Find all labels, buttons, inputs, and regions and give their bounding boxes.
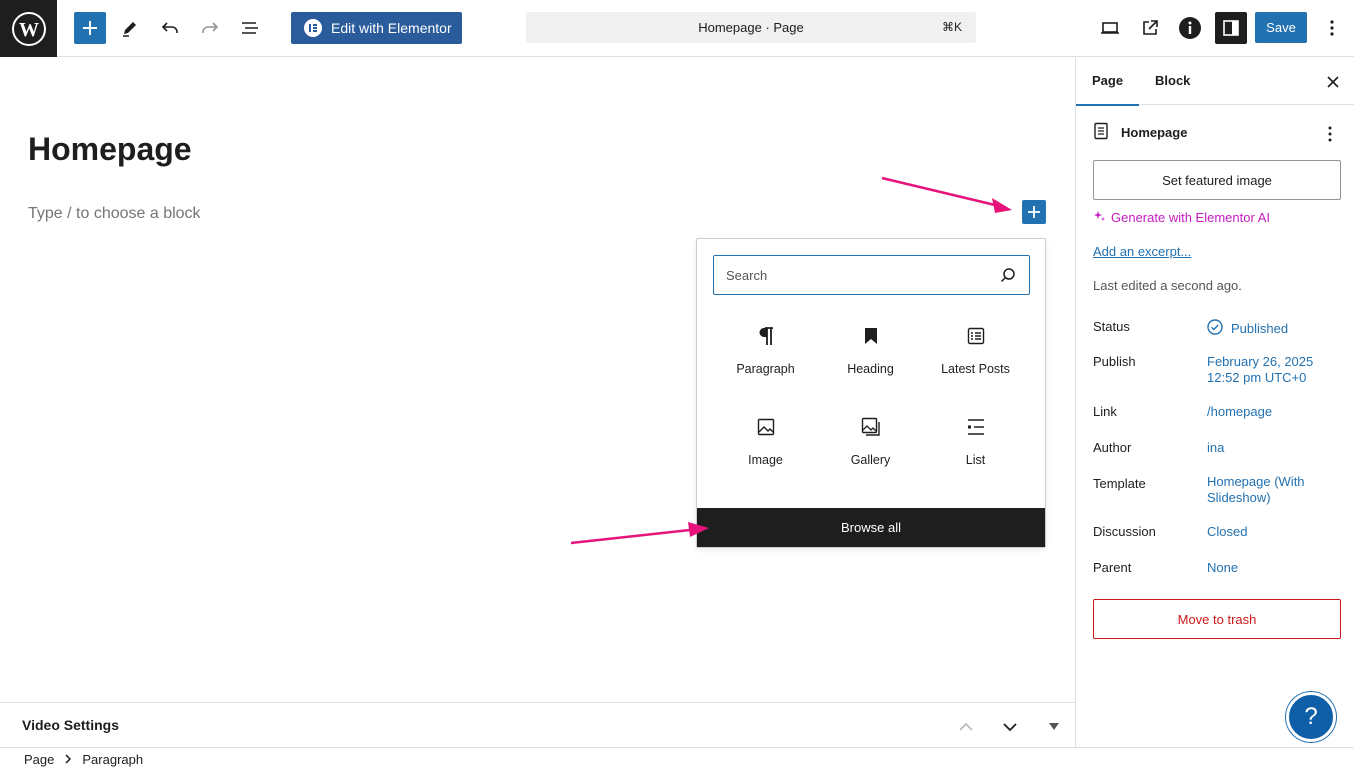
block-option-label: Latest Posts <box>941 362 1010 376</box>
document-title: Homepage · Page <box>698 20 804 35</box>
preview-desktop-icon[interactable] <box>1094 12 1126 44</box>
sidebar-tabs: Page Block <box>1075 58 1354 106</box>
undo-icon[interactable] <box>154 12 186 44</box>
block-placeholder[interactable]: Type / to choose a block <box>28 205 201 223</box>
prop-label: Discussion <box>1093 524 1156 539</box>
move-up-chevron-icon[interactable] <box>954 715 978 739</box>
paragraph-icon <box>754 324 778 348</box>
check-circle-icon <box>1207 319 1223 339</box>
prop-label: Author <box>1093 440 1132 455</box>
document-actions-kebab-icon[interactable] <box>1318 122 1342 146</box>
set-featured-image-button[interactable]: Set featured image <box>1093 160 1341 200</box>
edit-with-elementor-button[interactable]: Edit with Elementor <box>291 12 462 44</box>
block-option-paragraph[interactable]: Paragraph <box>713 324 818 390</box>
move-to-trash-button[interactable]: Move to trash <box>1093 599 1341 639</box>
status-value-button[interactable]: Published <box>1207 319 1341 339</box>
discussion-button[interactable]: Closed <box>1207 524 1341 540</box>
list-icon <box>964 415 988 439</box>
prop-label: Link <box>1093 404 1117 419</box>
meta-box-title[interactable]: Video Settings <box>22 717 119 733</box>
block-option-label: Image <box>748 453 783 467</box>
toggle-panel-caret-icon[interactable] <box>1042 715 1066 739</box>
breadcrumb-item-page[interactable]: Page <box>24 752 54 767</box>
bookmark-icon <box>859 324 883 348</box>
breadcrumb-item-paragraph[interactable]: Paragraph <box>82 752 143 767</box>
block-option-label: Paragraph <box>736 362 795 376</box>
command-shortcut: ⌘K <box>941 20 962 34</box>
block-option-heading[interactable]: Heading <box>818 324 923 390</box>
last-edited-text: Last edited a second ago. <box>1093 278 1242 293</box>
inserter-search-field[interactable] <box>713 255 1030 295</box>
prop-label: Status <box>1093 319 1130 334</box>
generate-with-elementor-ai-link[interactable]: Generate with Elementor AI <box>1093 210 1270 225</box>
elementor-logo-icon <box>304 19 322 37</box>
move-down-chevron-icon[interactable] <box>998 715 1022 739</box>
tab-block[interactable]: Block <box>1155 73 1190 88</box>
template-button[interactable]: Homepage (With Slideshow) <box>1207 474 1341 506</box>
prop-label: Parent <box>1093 560 1132 575</box>
redo-icon[interactable] <box>194 12 226 44</box>
document-summary: Homepage <box>1093 122 1187 143</box>
info-icon[interactable] <box>1174 12 1206 44</box>
svg-text:W: W <box>19 19 39 41</box>
quick-inserter-popover: Paragraph Heading Latest Posts Image <box>696 238 1046 548</box>
block-inserter-toggle-button[interactable] <box>74 12 106 44</box>
help-button[interactable]: ? <box>1286 692 1336 742</box>
document-overview-icon[interactable] <box>234 12 266 44</box>
tab-page[interactable]: Page <box>1075 73 1140 106</box>
permalink-button[interactable]: /homepage <box>1207 404 1341 420</box>
status-value-label: Published <box>1231 321 1289 336</box>
tools-pencil-icon[interactable] <box>114 12 146 44</box>
help-question-label: ? <box>1304 703 1318 730</box>
view-page-external-icon[interactable] <box>1134 12 1166 44</box>
block-option-label: Heading <box>847 362 894 376</box>
search-icon <box>999 266 1017 287</box>
block-option-latest-posts[interactable]: Latest Posts <box>923 324 1028 390</box>
generate-ai-label: Generate with Elementor AI <box>1111 210 1270 225</box>
command-palette-bar[interactable]: Homepage · Page ⌘K <box>526 12 976 43</box>
block-option-label: Gallery <box>850 453 891 467</box>
breadcrumb: Page Paragraph <box>0 747 1354 771</box>
chevron-right-icon <box>64 752 72 767</box>
author-button[interactable]: ina <box>1207 440 1341 456</box>
gallery-icon <box>859 415 883 439</box>
inserter-search-input[interactable] <box>726 267 986 283</box>
page-title[interactable]: Homepage <box>28 131 192 168</box>
image-icon <box>754 415 778 439</box>
settings-sidebar-toggle-icon[interactable] <box>1215 12 1247 44</box>
elementor-button-label: Edit with Elementor <box>331 20 452 36</box>
editor-canvas: Homepage Type / to choose a block Paragr… <box>0 58 1075 702</box>
options-kebab-icon[interactable] <box>1316 12 1348 44</box>
sparkle-icon <box>1093 210 1105 225</box>
block-option-label: List <box>965 453 986 467</box>
page-document-icon <box>1093 122 1109 143</box>
inline-add-block-button[interactable] <box>1022 200 1046 224</box>
block-suggestion-grid: Paragraph Heading Latest Posts Image Gal… <box>713 324 1030 481</box>
parent-button[interactable]: None <box>1207 560 1341 576</box>
post-list-icon <box>964 324 988 348</box>
document-title-label: Homepage <box>1121 125 1188 140</box>
meta-box-panel: Video Settings <box>0 702 1075 747</box>
close-icon[interactable] <box>1321 70 1345 94</box>
top-toolbar: W Edit with Elementor Homepage · Page ⌘K… <box>0 0 1354 57</box>
publish-date-button[interactable]: February 26, 2025 12:52 pm UTC+0 <box>1207 354 1341 386</box>
block-option-gallery[interactable]: Gallery <box>818 415 923 481</box>
block-option-list[interactable]: List <box>923 415 1028 481</box>
add-excerpt-link[interactable]: Add an excerpt... <box>1093 244 1191 259</box>
prop-label: Template <box>1093 476 1146 491</box>
save-button[interactable]: Save <box>1255 12 1307 43</box>
wordpress-logo-icon[interactable]: W <box>0 0 57 57</box>
browse-all-button[interactable]: Browse all <box>697 508 1045 547</box>
block-option-image[interactable]: Image <box>713 415 818 481</box>
settings-sidebar: Page Block Homepage Set featured image G… <box>1075 58 1354 747</box>
prop-label: Publish <box>1093 354 1136 369</box>
